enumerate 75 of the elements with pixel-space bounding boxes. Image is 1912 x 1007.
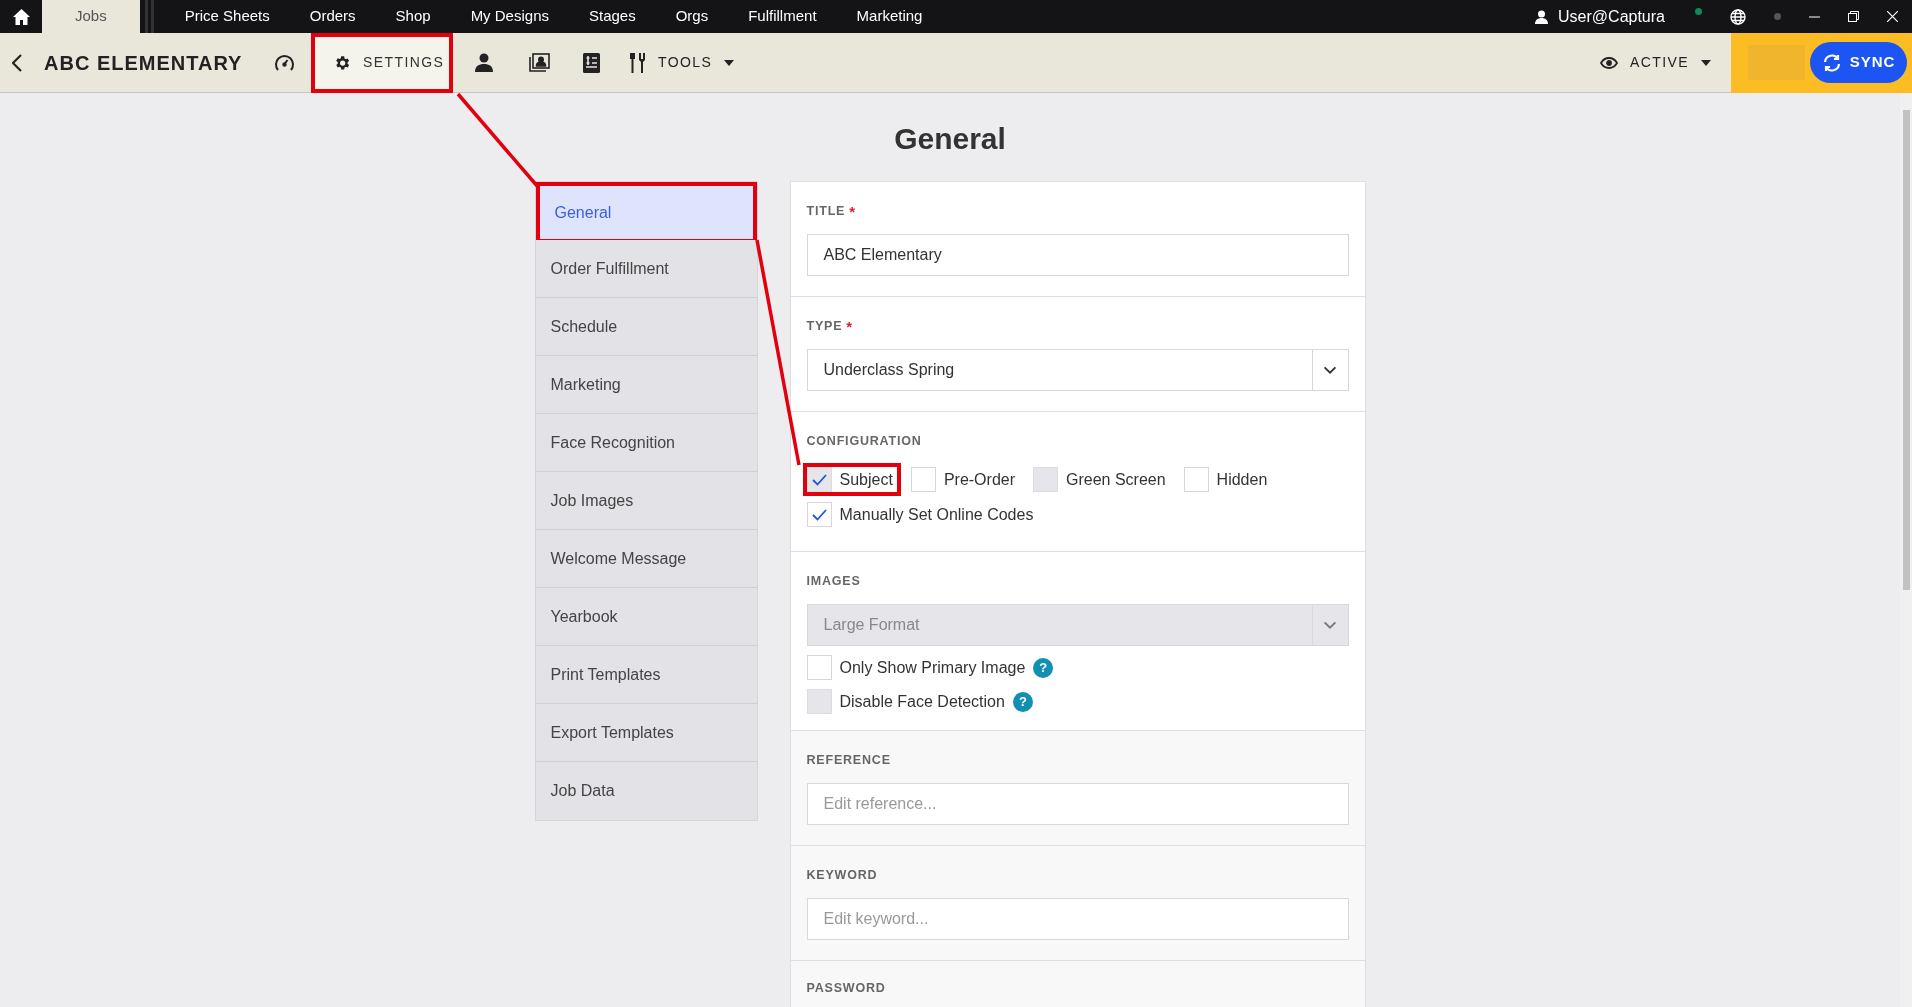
option-label: Green Screen (1066, 469, 1166, 490)
sidebar-item[interactable]: Print Templates (535, 646, 757, 704)
nav-tab[interactable]: My Designs (450, 0, 569, 33)
option-label: Pre-Order (943, 469, 1015, 490)
required-mark: * (849, 203, 856, 219)
nav-tab[interactable]: Orgs (655, 0, 729, 33)
job-title: ABC ELEMENTARY (44, 50, 244, 76)
option-label: Subject (839, 469, 893, 490)
sidebar-item[interactable]: Yearbook (535, 588, 757, 646)
sidebar-item[interactable]: Export Templates (535, 704, 757, 762)
nav-tab[interactable]: Jobs (42, 0, 140, 33)
tools-menu[interactable]: TOOLS (629, 52, 735, 73)
refresh-icon (1821, 52, 1842, 73)
option-label: Disable Face Detection (839, 691, 1005, 712)
field-label: TITLE (806, 203, 846, 220)
field-label: REFERENCE (806, 752, 891, 769)
help-icon[interactable]: ? (1033, 657, 1054, 678)
price-list-icon[interactable] (583, 52, 600, 73)
reference-input[interactable]: Edit reference... (806, 782, 1349, 825)
caret-icon (724, 59, 735, 66)
option-label: Hidden (1216, 469, 1268, 490)
checkbox-option[interactable]: Hidden (1179, 463, 1276, 497)
sync-button[interactable]: SYNC (1810, 42, 1907, 83)
tools-icon (629, 52, 646, 73)
checkbox[interactable] (910, 467, 936, 493)
required-mark: * (846, 318, 853, 334)
page-title: General (894, 121, 1006, 157)
option-label: Manually Set Online Codes (839, 504, 1034, 525)
sidebar-item[interactable]: Order Fulfillment (535, 240, 757, 298)
checkbox-option[interactable]: Pre-Order (906, 463, 1023, 497)
field-label: PASSWORD (806, 979, 886, 997)
option-label: Only Show Primary Image (839, 657, 1026, 678)
restore-icon[interactable] (1848, 11, 1859, 22)
sidebar-item[interactable]: Schedule (535, 298, 757, 356)
select-value: Large Format (822, 615, 921, 635)
nav-tab[interactable]: Fulfillment (728, 0, 837, 33)
person-icon[interactable] (475, 53, 493, 72)
field-label: KEYWORD (806, 866, 878, 884)
gear-icon (333, 53, 351, 72)
sidebar-item[interactable]: Job Data (535, 762, 757, 820)
sidebar-item[interactable]: General (535, 182, 757, 240)
select-value: Underclass Spring (822, 359, 956, 380)
checkbox[interactable] (806, 502, 832, 528)
nav-tab[interactable]: Price Sheets (164, 0, 290, 33)
settings-tab[interactable]: SETTINGS (311, 32, 453, 93)
user-name: User@Captura (1558, 6, 1665, 27)
title-input[interactable]: ABC Elementary (806, 233, 1349, 276)
keyword-input[interactable]: Edit keyword... (806, 897, 1349, 940)
caret-icon (1701, 59, 1711, 66)
sidebar-item[interactable]: Marketing (535, 356, 757, 414)
user-icon (1535, 9, 1549, 24)
checkbox[interactable] (806, 655, 832, 680)
back-icon (12, 53, 22, 72)
sidebar-item[interactable]: Welcome Message (535, 530, 757, 588)
home-icon (12, 8, 30, 25)
checkbox-option[interactable]: Manually Set Online Codes (802, 498, 1042, 532)
checkbox[interactable] (1183, 467, 1209, 493)
globe-icon[interactable] (1730, 8, 1746, 25)
nav-tab[interactable]: Stages (569, 0, 656, 33)
nav-tab[interactable]: Orders (289, 0, 376, 33)
field-label: TYPE (806, 317, 843, 335)
sidebar-item[interactable]: Job Images (535, 472, 757, 530)
photos-icon[interactable] (529, 53, 550, 72)
field-label: CONFIGURATION (806, 432, 922, 450)
nav-tab[interactable]: Marketing (836, 0, 943, 33)
gauge-icon[interactable] (274, 53, 295, 72)
eye-icon (1600, 56, 1619, 69)
type-select[interactable]: Underclass Spring (806, 348, 1349, 391)
sidebar-item[interactable]: Face Recognition (535, 414, 757, 472)
close-icon[interactable] (1887, 11, 1898, 22)
checkmark-icon (811, 508, 827, 521)
field-label: IMAGES (806, 573, 861, 591)
nav-tab[interactable]: Shop (375, 0, 451, 33)
status-menu[interactable]: ACTIVE (1600, 52, 1711, 73)
checkmark-icon (811, 473, 827, 486)
